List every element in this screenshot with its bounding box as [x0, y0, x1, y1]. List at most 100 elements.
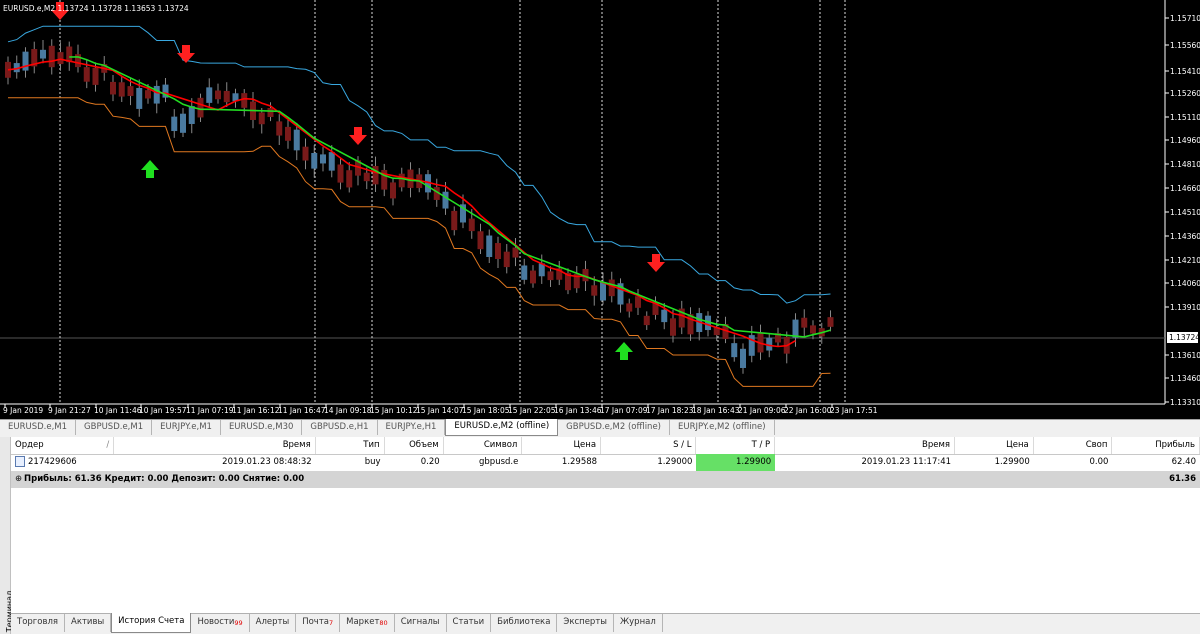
price-chart[interactable]: EURUSD.e,M2 1.13724 1.13728 1.13653 1.13… [0, 0, 1200, 419]
terminal-tab-3[interactable]: Новости99 [191, 614, 250, 632]
candle-body [241, 93, 248, 108]
candle-body [302, 146, 309, 161]
price-axis-label: 1.15110 [1170, 113, 1200, 122]
column-header-sl[interactable]: S / L [601, 437, 697, 454]
chart-tab-0[interactable]: EURUSD.e,M1 [0, 420, 77, 435]
candle-body [468, 218, 475, 232]
price-axis-label: 1.14360 [1170, 232, 1200, 241]
candle-body [530, 270, 536, 284]
column-header-volume[interactable]: Объем [385, 437, 444, 454]
candle-body [398, 173, 405, 188]
time-axis-label: 9 Jan 2019 [3, 406, 44, 415]
table-row[interactable]: 217429606 2019.01.23 08:48:32 buy 0.20 g… [11, 454, 1200, 471]
terminal-tab-5[interactable]: Почта7 [296, 614, 341, 632]
column-header-profit[interactable]: Прибыль [1112, 437, 1200, 454]
candle-body [477, 231, 484, 250]
candle-body [206, 87, 213, 103]
time-axis-label: 11 Jan 16:12 [232, 406, 280, 415]
column-header-close-price[interactable]: Цена [955, 437, 1034, 454]
candle-body [320, 154, 326, 164]
terminal-tab-6[interactable]: Маркет80 [340, 614, 395, 632]
terminal-tab-9[interactable]: Библиотека [491, 614, 558, 632]
column-header-symbol[interactable]: Символ [444, 437, 523, 454]
tp-cell: 1.29900 [696, 454, 776, 471]
chart-tab-3[interactable]: EURUSD.e,M30 [221, 420, 303, 435]
time-axis-label: 21 Jan 09:06 [738, 406, 786, 415]
candle-body [635, 296, 641, 308]
price-axis-label: 1.13610 [1170, 351, 1200, 360]
terminal-side-panel[interactable]: Терминал [0, 437, 14, 634]
candle-body [311, 152, 318, 169]
candle-body [145, 90, 151, 99]
terminal-tab-1[interactable]: Активы [65, 614, 112, 632]
price-axis-label: 1.14660 [1170, 184, 1200, 193]
chart-tab-8[interactable]: EURJPY.e,M2 (offline) [670, 420, 775, 435]
price-axis-label: 1.14060 [1170, 279, 1200, 288]
column-header-close-time[interactable]: Время [775, 437, 956, 454]
price-axis-label: 1.13310 [1170, 398, 1200, 407]
current-price-label: 1.13724 [1167, 332, 1200, 343]
candle-body [153, 85, 160, 104]
column-header-open-price[interactable]: Цена [522, 437, 602, 454]
terminal-tab-7[interactable]: Сигналы [395, 614, 447, 632]
order-ticket-icon [15, 456, 25, 467]
chart-tab-7[interactable]: GBPUSD.e,M2 (offline) [558, 420, 670, 435]
column-header-open-time[interactable]: Время [114, 437, 316, 454]
terminal-tab-label: Статьи [452, 617, 485, 627]
candle-body [390, 182, 396, 199]
candle-body [521, 265, 528, 280]
column-header-type[interactable]: Тип [316, 437, 385, 454]
time-axis-label: 11 Jan 16:47 [278, 406, 326, 415]
candle-body [22, 51, 29, 71]
chart-tab-2[interactable]: EURJPY.e,M1 [152, 420, 221, 435]
summary-row[interactable]: ⊕ Прибыль: 61.36 Кредит: 0.00 Депозит: 0.… [11, 471, 1200, 488]
candle-body [258, 112, 265, 125]
chart-tab-6[interactable]: EURUSD.e,M2 (offline) [445, 419, 559, 436]
chart-tab-1[interactable]: GBPUSD.e,M1 [76, 420, 153, 435]
candle-body [215, 90, 221, 100]
terminal-tab-10[interactable]: Эксперты [557, 614, 614, 632]
candle-body [670, 318, 676, 336]
candle-body [363, 172, 370, 182]
candle-body [136, 87, 143, 109]
candlestick-chart-canvas[interactable] [0, 0, 1200, 419]
candle-body [451, 210, 458, 231]
candle-body [740, 348, 746, 368]
candle-body [276, 121, 283, 136]
history-table-header: Ордер / Время Тип Объем Символ Цена S / … [11, 437, 1200, 455]
price-axis-label: 1.15260 [1170, 89, 1200, 98]
candle-body [110, 81, 116, 95]
terminal-tab-0[interactable]: Торговля [11, 614, 66, 632]
time-axis-label: 16 Jan 13:46 [554, 406, 602, 415]
candle-body [792, 319, 799, 338]
terminal-tab-11[interactable]: Журнал [614, 614, 663, 632]
candle-body [127, 86, 134, 96]
candle-body [40, 49, 46, 59]
candle-body [57, 52, 64, 65]
price-axis-label: 1.15560 [1170, 41, 1200, 50]
sell-arrow-icon [177, 45, 195, 63]
terminal-tab-8[interactable]: Статьи [447, 614, 492, 632]
chart-window-tabs: EURUSD.e,M1 GBPUSD.e,M1 EURJPY.e,M1 EURUSD.… [0, 419, 1200, 436]
column-header-tp[interactable]: T / P [696, 437, 776, 454]
moving-average-red-line [7, 58, 796, 348]
chart-tab-5[interactable]: EURJPY.e,H1 [378, 420, 446, 435]
terminal-tab-label: Маркет [346, 617, 380, 627]
time-axis-label: 15 Jan 18:05 [462, 406, 510, 415]
candle-body [171, 116, 178, 132]
terminal-tab-4[interactable]: Алерты [250, 614, 297, 632]
tab-badge: 7 [329, 619, 334, 627]
column-header-swap[interactable]: Своп [1034, 437, 1113, 454]
candle-body [495, 243, 501, 259]
terminal-tab-2[interactable]: История Счета [111, 613, 192, 633]
time-axis-label: 22 Jan 16:00 [784, 406, 832, 415]
candle-body [48, 45, 55, 68]
terminal-tab-label: Журнал [620, 617, 656, 627]
candle-body [118, 82, 125, 97]
chart-tab-4[interactable]: GBPUSD.e,H1 [302, 420, 378, 435]
candle-body [827, 317, 834, 327]
column-header-order[interactable]: Ордер / [11, 437, 115, 454]
candle-body [591, 285, 598, 296]
chart-title: EURUSD.e,M2 1.13724 1.13728 1.13653 1.13… [3, 4, 189, 13]
candle-body [442, 191, 449, 209]
